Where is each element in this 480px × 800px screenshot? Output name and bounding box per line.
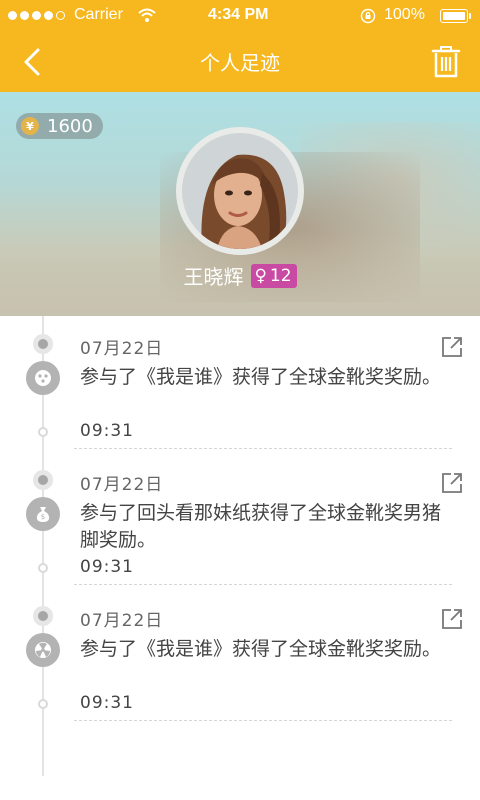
timeline-node-small	[38, 699, 48, 709]
divider	[74, 448, 452, 449]
user-level: 12	[269, 265, 292, 286]
share-button[interactable]	[440, 607, 464, 631]
coin-amount: 1600	[47, 115, 93, 137]
user-name: 王晓辉	[183, 265, 244, 289]
timeline-entry: 07月22日 参与了《我是谁》获得了全球金靴奖奖励。 09:31	[0, 588, 480, 724]
timeline-entry: $ 07月22日 参与了回头看那妹纸获得了全球金靴奖男猪脚奖励。 09:31	[0, 452, 480, 588]
wifi-icon	[138, 8, 156, 22]
top-bar: Carrier 4:34 PM 100% 个人足迹	[0, 0, 480, 92]
entry-time: 09:31	[80, 421, 134, 441]
avatar[interactable]	[176, 127, 304, 255]
share-icon	[442, 473, 462, 493]
timeline-node-small	[38, 563, 48, 573]
share-button[interactable]	[440, 471, 464, 495]
battery-percentage: 100%	[384, 6, 425, 23]
entry-date: 07月22日	[80, 475, 164, 495]
entry-date: 07月22日	[80, 339, 164, 359]
gender-level-badge: ♀ 12	[251, 263, 297, 288]
share-icon	[442, 609, 462, 629]
activity-icon	[26, 361, 60, 395]
nav-bar: 个人足迹	[0, 32, 480, 92]
avatar-image	[182, 133, 298, 249]
divider	[74, 584, 452, 585]
entry-text: 参与了《我是谁》获得了全球金靴奖奖励。	[80, 366, 442, 388]
female-icon: ♀	[254, 265, 267, 286]
entry-text: 参与了回头看那妹纸获得了全球金靴奖男猪脚奖励。	[80, 502, 442, 551]
trash-icon	[431, 46, 461, 78]
timeline-node-small	[38, 427, 48, 437]
entry-time: 09:31	[80, 557, 134, 577]
entry-date: 07月22日	[80, 611, 164, 631]
svg-text:$: $	[41, 513, 45, 521]
coin-icon: ¥	[21, 117, 39, 135]
battery-icon	[440, 9, 471, 23]
share-button[interactable]	[440, 335, 464, 359]
rotation-lock-icon	[360, 8, 376, 24]
share-icon	[442, 337, 462, 357]
profile-name-row: 王晓辉 ♀ 12	[0, 261, 480, 290]
money-bag-icon: $	[26, 497, 60, 531]
delete-button[interactable]	[430, 44, 462, 80]
status-time: 4:34 PM	[208, 6, 269, 23]
status-bar: Carrier 4:34 PM 100%	[0, 0, 480, 32]
radiation-icon	[26, 633, 60, 667]
timeline-node	[33, 606, 53, 626]
entry-time: 09:31	[80, 693, 134, 713]
profile-header: ¥ 1600 王晓辉 ♀ 12	[0, 92, 480, 316]
signal-strength-icon	[8, 11, 65, 20]
avatar-photo	[182, 133, 298, 249]
coin-balance: ¥ 1600	[16, 113, 103, 139]
divider	[74, 720, 452, 721]
entry-text: 参与了《我是谁》获得了全球金靴奖奖励。	[80, 638, 442, 660]
timeline-node	[33, 470, 53, 490]
carrier-label: Carrier	[74, 6, 123, 23]
page-title: 个人足迹	[200, 51, 280, 75]
timeline-node	[33, 334, 53, 354]
timeline-entry: 07月22日 参与了《我是谁》获得了全球金靴奖奖励。 09:31	[0, 316, 480, 452]
